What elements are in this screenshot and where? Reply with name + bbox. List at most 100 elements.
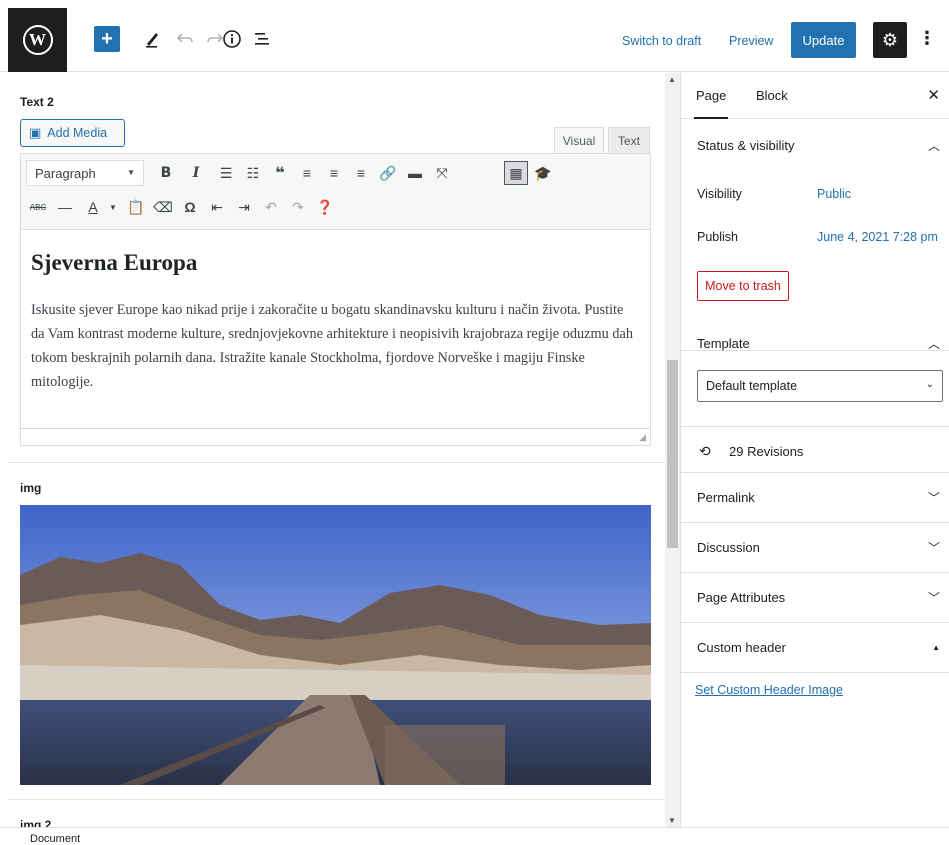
paste-text-icon[interactable]: 📋 [124, 195, 148, 219]
add-media-button[interactable]: ▣ Add Media [20, 119, 125, 147]
content-heading: Sjeverna Europa [31, 250, 198, 275]
close-icon[interactable]: ✕ [927, 86, 940, 104]
strikethrough-icon[interactable]: ABC [26, 195, 50, 219]
editor-content[interactable]: Sjeverna Europa Iskusite sjever Europe k… [21, 230, 650, 430]
publish-label: Publish [697, 230, 738, 244]
move-to-trash-button[interactable]: Move to trash [697, 271, 789, 301]
info-icon[interactable] [220, 26, 244, 52]
blockquote-icon[interactable]: ❝ [268, 161, 292, 185]
redo-editor-icon[interactable]: ↷ [286, 195, 310, 219]
more-options-icon[interactable]: ⋮ [918, 28, 936, 49]
list-view-icon[interactable] [250, 26, 274, 52]
footer-breadcrumb: Document [0, 827, 949, 845]
custom-header-panel[interactable]: Custom header ▲ [681, 623, 949, 673]
clear-formatting-icon[interactable]: ⌫ [151, 195, 175, 219]
settings-button[interactable]: ⚙ [873, 22, 907, 58]
caret-up-icon: ▲ [932, 643, 940, 652]
block-label-img2: img 2 [20, 818, 52, 827]
outdent-icon[interactable]: ⇤ [205, 195, 229, 219]
undo-editor-icon[interactable]: ↶ [259, 195, 283, 219]
indent-icon[interactable]: ⇥ [232, 195, 256, 219]
resize-handle-icon[interactable]: ◢ [639, 432, 646, 443]
chevron-up-icon[interactable]: ︿ [928, 137, 940, 154]
page-attributes-panel[interactable]: Page Attributes ﹀ [681, 573, 949, 623]
scrollbar-thumb[interactable] [667, 360, 678, 548]
permalink-panel[interactable]: Permalink ﹀ [681, 473, 949, 523]
custom-header-title: Custom header [697, 640, 786, 655]
classic-editor: Paragraph ▼ B I ☰ ☷ ❝ ≡ ≡ ≡ 🔗 ▬ ⤧ ▦ 🎓 AB… [20, 153, 651, 446]
fullscreen-icon[interactable]: ⤧ [430, 161, 454, 185]
tab-text[interactable]: Text [608, 127, 650, 153]
align-right-icon[interactable]: ≡ [349, 161, 373, 185]
align-center-icon[interactable]: ≡ [322, 161, 346, 185]
block-label-img: img [20, 481, 42, 495]
switch-to-draft-button[interactable]: Switch to draft [622, 34, 701, 48]
revisions-label: 29 Revisions [729, 444, 804, 459]
chevron-down-icon: ⌄ [925, 379, 934, 390]
format-select[interactable]: Paragraph ▼ [26, 160, 144, 186]
link-icon[interactable]: 🔗 [376, 161, 400, 185]
gear-icon: ⚙ [881, 29, 899, 50]
template-select-value: Default template [706, 379, 798, 393]
edit-pencil-icon[interactable] [140, 26, 164, 52]
bold-icon[interactable]: B [154, 161, 178, 185]
add-block-button[interactable]: + [94, 26, 120, 52]
scroll-up-icon[interactable]: ▲ [668, 75, 676, 84]
italic-icon[interactable]: I [184, 161, 208, 185]
publish-date[interactable]: June 4, 2021 7:28 pm [817, 230, 938, 244]
add-media-label: Add Media [47, 126, 108, 140]
bulleted-list-icon[interactable]: ☰ [214, 161, 238, 185]
sidebar-tabs: Page Block ✕ [681, 73, 949, 119]
media-icon: ▣ [29, 125, 42, 140]
wordpress-logo-button[interactable]: W [8, 8, 67, 72]
editor-canvas: Text 2 ▣ Add Media Visual Text Paragraph… [8, 73, 665, 827]
editor-scrollbar[interactable]: ▲ ▼ [665, 73, 680, 827]
coastal-town-image[interactable] [20, 505, 651, 785]
tab-visual[interactable]: Visual [554, 127, 604, 153]
wordpress-logo-icon: W [22, 25, 53, 55]
scroll-down-icon[interactable]: ▼ [668, 816, 676, 825]
breadcrumb-document[interactable]: Document [30, 833, 80, 845]
text-color-dropdown-icon[interactable]: ▼ [101, 195, 125, 219]
block-divider [8, 462, 665, 463]
permalink-title: Permalink [697, 490, 755, 505]
top-toolbar: W + Switch to draft Preview Update ⚙ ⋮ [0, 0, 949, 72]
editor-statusbar: ◢ [21, 428, 650, 445]
tab-block[interactable]: Block [756, 88, 788, 103]
undo-icon[interactable] [173, 26, 197, 52]
template-title[interactable]: Template [697, 336, 750, 351]
template-panel: Template ︿ Default template ⌄ [681, 317, 949, 427]
chevron-down-icon: ﹀ [927, 591, 940, 605]
help-icon[interactable]: ❓ [313, 195, 337, 219]
numbered-list-icon[interactable]: ☷ [241, 161, 265, 185]
read-more-icon[interactable]: ▬ [403, 161, 427, 185]
update-button[interactable]: Update [791, 22, 856, 58]
preview-button[interactable]: Preview [729, 34, 773, 48]
editor-toolbar: Paragraph ▼ B I ☰ ☷ ❝ ≡ ≡ ≡ 🔗 ▬ ⤧ ▦ 🎓 AB… [21, 154, 650, 230]
page-attributes-title: Page Attributes [697, 590, 786, 605]
tab-page[interactable]: Page [693, 88, 729, 119]
set-custom-header-link[interactable]: Set Custom Header Image [695, 683, 843, 697]
status-visibility-title[interactable]: Status & visibility [697, 138, 795, 153]
graduation-cap-icon[interactable]: 🎓 [531, 161, 555, 185]
horizontal-line-icon[interactable]: — [53, 195, 77, 219]
visibility-value[interactable]: Public [817, 187, 851, 201]
toolbar-toggle-icon[interactable]: ▦ [504, 161, 528, 185]
template-select[interactable]: Default template ⌄ [697, 370, 943, 402]
chevron-down-icon: ﹀ [927, 541, 940, 555]
discussion-panel[interactable]: Discussion ﹀ [681, 523, 949, 573]
visibility-label: Visibility [697, 187, 742, 201]
format-select-value: Paragraph [35, 166, 96, 181]
settings-sidebar: Page Block ✕ Status & visibility ︿ Visib… [680, 73, 949, 827]
revisions-panel[interactable]: ⟲ 29 Revisions [681, 427, 949, 473]
history-icon: ⟲ [699, 443, 711, 459]
chevron-down-icon: ﹀ [927, 491, 940, 505]
align-left-icon[interactable]: ≡ [295, 161, 319, 185]
special-character-icon[interactable]: Ω [178, 195, 202, 219]
block-label-text2: Text 2 [20, 95, 54, 109]
content-paragraph: Iskusite sjever Europe kao nikad prije i… [31, 302, 634, 390]
block-divider [8, 799, 665, 800]
chevron-up-icon[interactable]: ︿ [928, 335, 940, 352]
discussion-title: Discussion [697, 540, 760, 555]
chevron-down-icon: ▼ [127, 168, 135, 177]
